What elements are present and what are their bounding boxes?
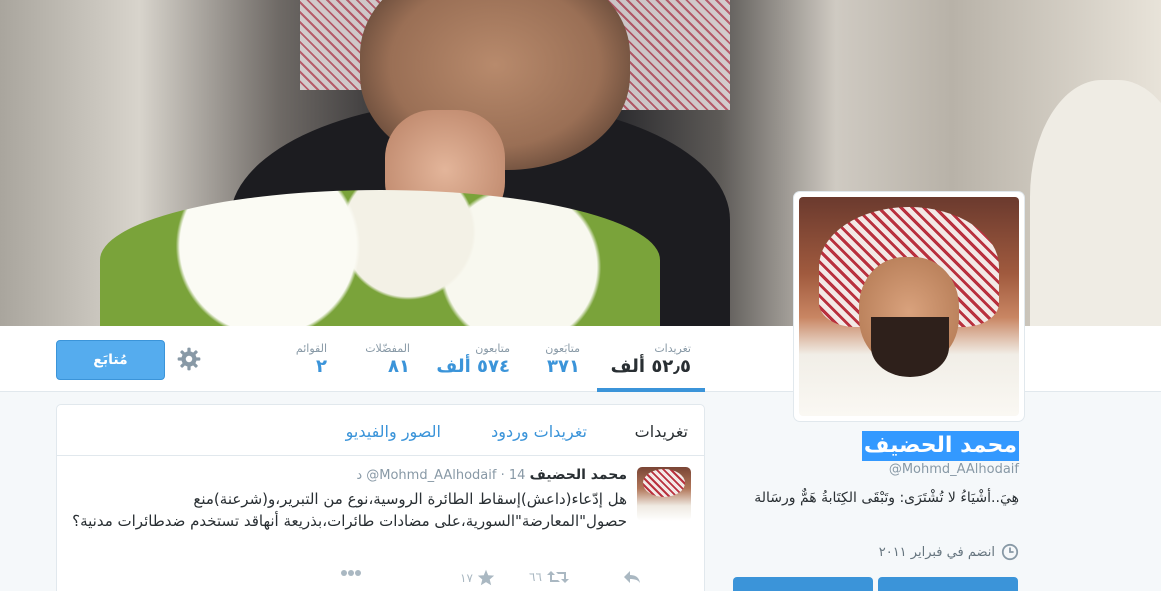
retweet-action[interactable]: ٦٦ (529, 569, 570, 585)
active-stat-underline (597, 388, 705, 392)
profile-page: تغريدات ٥٢٫٥ ألف متابَعون ٣٧١ متابعون ٥٧… (0, 0, 1161, 591)
reply-action[interactable] (622, 569, 642, 585)
tweet-author-handle[interactable]: @Mohmd_AAlhodaif (366, 468, 496, 483)
profile-bio: هِيَ..أشْيَاءُ لا تُشْتَرَى: وتَبْقَى ال… (754, 490, 1019, 506)
following-button[interactable]: مُتابَع (56, 340, 165, 380)
tweet-text: هل إدّعاء(داعش)إسقاط الطائرة الروسية،نوع… (72, 490, 627, 530)
stat-following-label: متابَعون (545, 342, 580, 355)
profile-join-date: انضم في فبراير ٢٠١١ (879, 543, 1019, 561)
timeline-panel: تغريدات تغريدات وردود الصور والفيديو محم… (56, 404, 705, 591)
stat-favorites[interactable]: المفضّلات ٨١ (350, 326, 410, 392)
retweet-icon (546, 571, 569, 583)
stat-lists-label: القوائم (295, 342, 327, 355)
tweet-author-name[interactable]: محمد الحضيف (530, 467, 627, 483)
star-icon (477, 569, 495, 586)
stat-followers[interactable]: متابعون ٥٧٤ ألف (430, 326, 510, 392)
profile-full-name[interactable]: محمد الحضيف (861, 431, 1019, 461)
profile-avatar[interactable] (794, 192, 1024, 421)
tweet-header: محمد الحضيف @Mohmd_AAlhodaif · 14 د (356, 467, 627, 483)
stat-following[interactable]: متابَعون ٣٧١ (530, 326, 580, 392)
tab-photos-videos[interactable]: الصور والفيديو (346, 422, 441, 441)
tweet-avatar[interactable] (637, 467, 691, 521)
stat-tweets-label: تغريدات (654, 342, 691, 355)
tab-tweets-replies[interactable]: تغريدات وردود (491, 422, 587, 441)
favorite-count: ١٧ (460, 570, 473, 585)
side-button-secondary[interactable] (733, 577, 873, 591)
retweet-count: ٦٦ (529, 570, 542, 584)
tweet-actions: ٦٦ ١٧ (337, 569, 640, 589)
reply-icon (624, 571, 640, 583)
profile-screen-name[interactable]: @Mohmd_AAlhodaif (889, 462, 1019, 477)
more-icon (341, 570, 361, 576)
clock-icon (1001, 543, 1019, 561)
stat-followers-value: ٥٧٤ ألف (436, 356, 510, 377)
timeline-tabs: تغريدات تغريدات وردود الصور والفيديو (57, 405, 704, 456)
stat-following-value: ٣٧١ (547, 356, 580, 377)
more-action[interactable] (340, 569, 362, 577)
gear-icon[interactable] (176, 346, 202, 372)
tab-tweets[interactable]: تغريدات (635, 422, 688, 441)
stat-tweets[interactable]: تغريدات ٥٢٫٥ ألف (605, 326, 691, 392)
stat-lists-value: ٢ (316, 356, 327, 377)
stat-lists[interactable]: القوائم ٢ (285, 326, 327, 392)
stat-tweets-value: ٥٢٫٥ ألف (610, 356, 691, 377)
tweet-item[interactable]: محمد الحضيف @Mohmd_AAlhodaif · 14 د هل إ… (57, 457, 704, 591)
stat-favorites-value: ٨١ (388, 356, 410, 377)
side-button-primary[interactable] (878, 577, 1018, 591)
tweet-separator: · (500, 468, 505, 483)
join-date-text: انضم في فبراير ٢٠١١ (878, 544, 995, 560)
stat-followers-label: متابعون (475, 342, 510, 355)
favorite-action[interactable]: ١٧ (460, 569, 495, 586)
stat-favorites-label: المفضّلات (365, 342, 410, 355)
